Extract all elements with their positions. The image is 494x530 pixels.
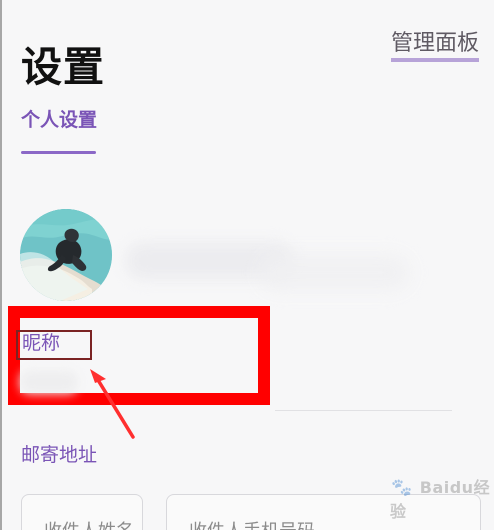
callout-arrow-icon — [90, 369, 135, 439]
avatar[interactable] — [20, 209, 112, 301]
settings-screen: 设置 管理面板 个人设置 昵称 邮寄地址 收件人姓名 收件人手机号码 🐾 Bai… — [0, 0, 494, 530]
nickname-value-blurred — [20, 370, 78, 394]
recipient-name-input[interactable] — [22, 495, 142, 530]
mailing-address-label: 邮寄地址 — [21, 444, 98, 466]
blurred-profile-info-secondary — [260, 255, 410, 290]
left-edge-rule — [0, 0, 2, 530]
nickname-label: 昵称 — [22, 332, 61, 354]
active-tab-indicator — [21, 151, 96, 154]
page-title: 设置 — [21, 43, 105, 92]
tab-personal-settings-label: 个人设置 — [21, 109, 98, 131]
admin-panel-link[interactable]: 管理面板 — [391, 33, 480, 62]
avatar-image — [20, 209, 112, 301]
tab-personal-settings[interactable]: 个人设置 — [21, 109, 98, 154]
baidu-paw-logo: 🐾 — [391, 478, 413, 498]
section-divider — [275, 410, 452, 411]
recipient-name-field[interactable] — [21, 494, 143, 530]
baidu-watermark: 🐾 Baidu经验 — [390, 474, 494, 522]
